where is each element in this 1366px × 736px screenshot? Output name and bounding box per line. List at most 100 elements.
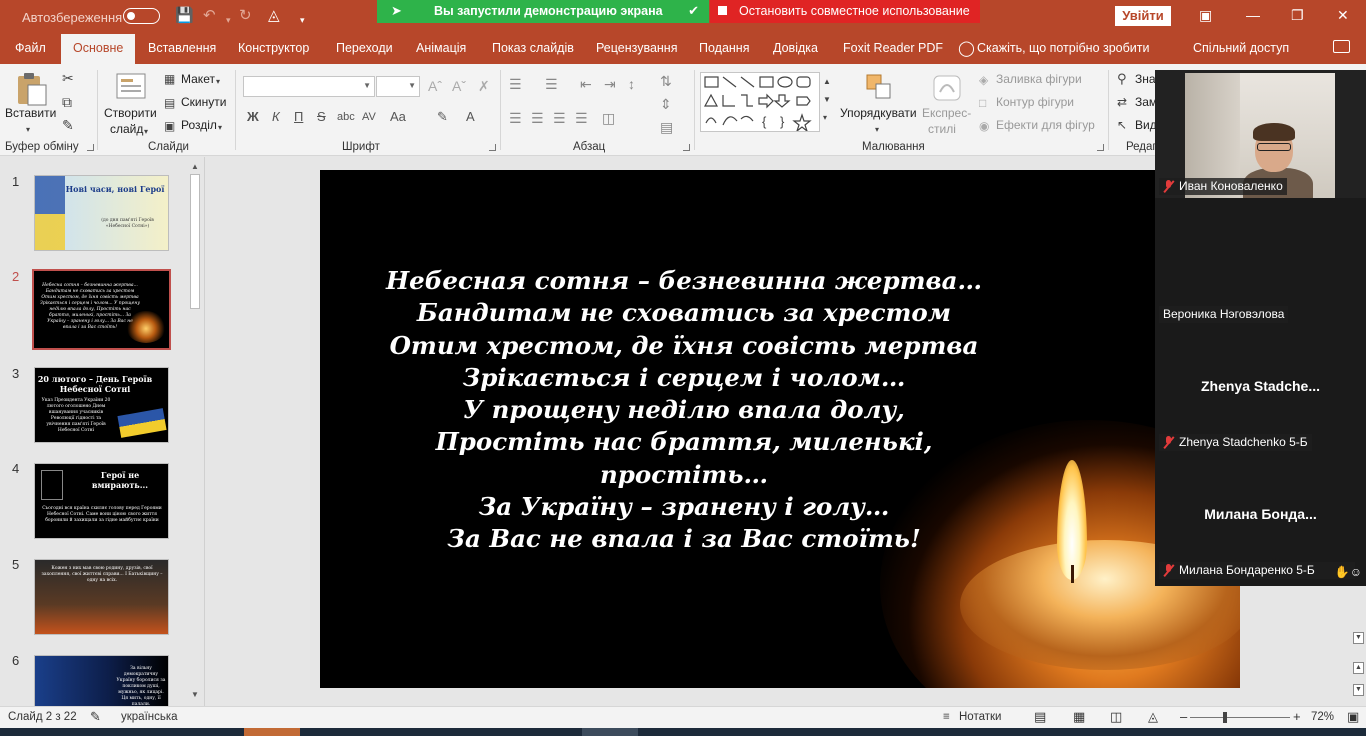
tell-me-search[interactable]: Скажіть, що потрібно зробити <box>977 41 1150 55</box>
restore-icon[interactable]: ❐ <box>1291 7 1304 23</box>
tab-view[interactable]: Подання <box>699 41 749 55</box>
participant-tile[interactable]: Иван Коноваленко <box>1155 70 1366 199</box>
scroll-thumb[interactable] <box>190 174 200 309</box>
layout-button[interactable]: Макет <box>181 72 215 86</box>
tab-slideshow[interactable]: Показ слайдів <box>492 41 574 55</box>
italic-button[interactable]: К <box>272 109 280 124</box>
shadow-button[interactable]: S <box>317 109 326 124</box>
font-size-combo[interactable]: ▼ <box>376 76 420 97</box>
zoom-out-icon[interactable]: – <box>1180 709 1187 724</box>
smartart-icon[interactable]: ▤ <box>660 119 673 135</box>
slide-text-box[interactable]: Небесная сотня – безневинна жертва… Банд… <box>370 265 998 556</box>
quick-styles-icon[interactable] <box>930 72 964 104</box>
zoom-level[interactable]: 72% <box>1311 711 1334 723</box>
participant-tile[interactable]: Вероника Нэговэлова <box>1155 198 1366 326</box>
slide-canvas[interactable]: Небесная сотня – безневинна жертва… Банд… <box>320 170 1240 688</box>
slide-sorter-icon[interactable]: ▦ <box>1073 709 1085 725</box>
tab-file[interactable]: Файл <box>15 41 46 55</box>
notes-button[interactable]: Нотатки <box>959 711 1001 723</box>
align-text-icon[interactable]: ⇕ <box>660 96 672 112</box>
normal-view-icon[interactable]: ▤ <box>1034 709 1046 725</box>
fit-to-window-icon[interactable]: ▣ <box>1347 709 1359 725</box>
decrease-indent-icon[interactable]: ⇤ <box>580 76 592 92</box>
find-button[interactable]: Зна <box>1135 72 1156 86</box>
language-indicator[interactable]: українська <box>121 711 178 723</box>
zoom-in-icon[interactable]: + <box>1293 709 1301 724</box>
font-launcher-icon[interactable] <box>489 144 496 151</box>
taskbar-app-button[interactable] <box>244 728 300 736</box>
tab-help[interactable]: Довідка <box>773 41 818 55</box>
slide-scrollbar[interactable]: ▼ ▲ ▼ <box>1351 587 1365 705</box>
zoom-slider[interactable] <box>1190 712 1290 723</box>
slide-thumbnails-pane[interactable]: 1 Нові часи, нові Герої (до дня пам'яті … <box>0 157 205 706</box>
align-center-icon[interactable]: ☰ <box>531 110 544 126</box>
participant-tile[interactable]: Zhenya Stadche... Zhenya Stadchenko 5-Б <box>1155 326 1366 454</box>
scroll-down-icon[interactable]: ▼ <box>1353 632 1364 644</box>
bold-button[interactable]: Ж <box>247 109 259 124</box>
sign-in-button[interactable]: Увійти <box>1115 6 1171 26</box>
gallery-up-icon[interactable]: ▲ <box>823 74 831 90</box>
shapes-gallery[interactable]: { } <box>700 72 820 133</box>
tab-insert[interactable]: Вставлення <box>148 41 216 55</box>
format-painter-icon[interactable]: ✎ <box>62 117 74 133</box>
reading-view-icon[interactable]: ◫ <box>1110 709 1122 725</box>
ribbon-display-icon[interactable]: ▣ <box>1199 7 1212 23</box>
font-name-combo[interactable]: ▼ <box>243 76 375 97</box>
paste-icon[interactable] <box>14 71 50 107</box>
comments-icon[interactable] <box>1333 40 1350 53</box>
gallery-down-icon[interactable]: ▼ <box>823 92 831 108</box>
tab-review[interactable]: Рецензування <box>596 41 677 55</box>
bullets-icon[interactable]: ☰ <box>509 76 522 92</box>
section-dropdown-icon[interactable]: ▾ <box>218 120 222 136</box>
slide-thumbnail-3[interactable]: 20 лютого – День Героїв Небесної Сотні У… <box>34 367 169 443</box>
zoom-slider-knob[interactable] <box>1223 712 1227 723</box>
taskbar-app-button[interactable] <box>582 728 638 736</box>
columns-icon[interactable]: ◫ <box>602 110 615 126</box>
new-slide-dropdown-icon[interactable]: ▾ <box>144 124 148 140</box>
minimize-icon[interactable]: — <box>1246 7 1260 23</box>
share-button[interactable]: Спільний доступ <box>1193 41 1289 55</box>
new-slide-icon[interactable] <box>114 70 148 102</box>
tab-design[interactable]: Конструктор <box>238 41 309 55</box>
new-slide-button[interactable]: Створити <box>104 106 157 120</box>
quick-styles-button[interactable]: Експрес- <box>922 106 971 120</box>
undo-dropdown-icon[interactable]: ▾ <box>226 12 231 28</box>
align-right-icon[interactable]: ☰ <box>553 110 566 126</box>
arrange-dropdown-icon[interactable]: ▾ <box>875 122 879 138</box>
scroll-up-icon[interactable]: ▲ <box>191 162 199 171</box>
cut-icon[interactable]: ✂ <box>62 70 74 86</box>
previous-slide-icon[interactable]: ▲ <box>1353 662 1364 674</box>
tab-animations[interactable]: Анімація <box>416 41 466 55</box>
arrange-icon[interactable] <box>864 72 894 102</box>
reset-button[interactable]: Скинути <box>181 95 226 109</box>
font-color-icon[interactable]: A <box>466 109 475 124</box>
justify-icon[interactable]: ☰ <box>575 110 588 126</box>
slide-thumbnail-1[interactable]: Нові часи, нові Герої (до дня пам'яті Ге… <box>34 175 169 251</box>
stop-share-button[interactable]: Остановить совместное использование <box>710 0 980 23</box>
shape-effects-button[interactable]: Ефекти для фігур <box>996 118 1095 132</box>
tab-foxit[interactable]: Foxit Reader PDF <box>843 41 943 55</box>
text-direction-icon[interactable]: ⇅ <box>660 73 672 89</box>
decrease-font-icon[interactable]: Aˇ <box>452 78 466 94</box>
underline-button[interactable]: П <box>294 109 303 124</box>
autosave-toggle[interactable] <box>123 8 160 24</box>
spellcheck-icon[interactable]: ✎ <box>90 709 101 725</box>
drawing-launcher-icon[interactable] <box>1097 144 1104 151</box>
increase-font-icon[interactable]: Aˆ <box>428 78 442 94</box>
slideshow-view-icon[interactable]: ◬ <box>1148 709 1158 725</box>
layout-dropdown-icon[interactable]: ▾ <box>216 74 220 90</box>
paste-button[interactable]: Вставити <box>5 106 56 120</box>
paste-dropdown-icon[interactable]: ▾ <box>26 122 30 138</box>
select-button[interactable]: Вид <box>1135 118 1157 132</box>
tab-home[interactable]: Основне <box>61 34 136 64</box>
copy-icon[interactable]: ⧉ <box>62 94 72 110</box>
clipboard-launcher-icon[interactable] <box>87 144 94 151</box>
arrange-button[interactable]: Упорядкувати <box>840 106 917 120</box>
save-icon[interactable]: 💾 <box>175 8 194 24</box>
slide-thumbnail-4[interactable]: Герої не вмирають... Сьогодні вся країна… <box>34 463 169 539</box>
numbering-icon[interactable]: ☰ <box>545 76 558 92</box>
slide-thumbnail-6[interactable]: За вільну демократичну Україну боролися … <box>34 655 169 706</box>
line-spacing-icon[interactable]: ↕ <box>628 76 635 92</box>
section-button[interactable]: Розділ <box>181 118 217 132</box>
gallery-more-icon[interactable]: ▾ <box>823 110 827 126</box>
